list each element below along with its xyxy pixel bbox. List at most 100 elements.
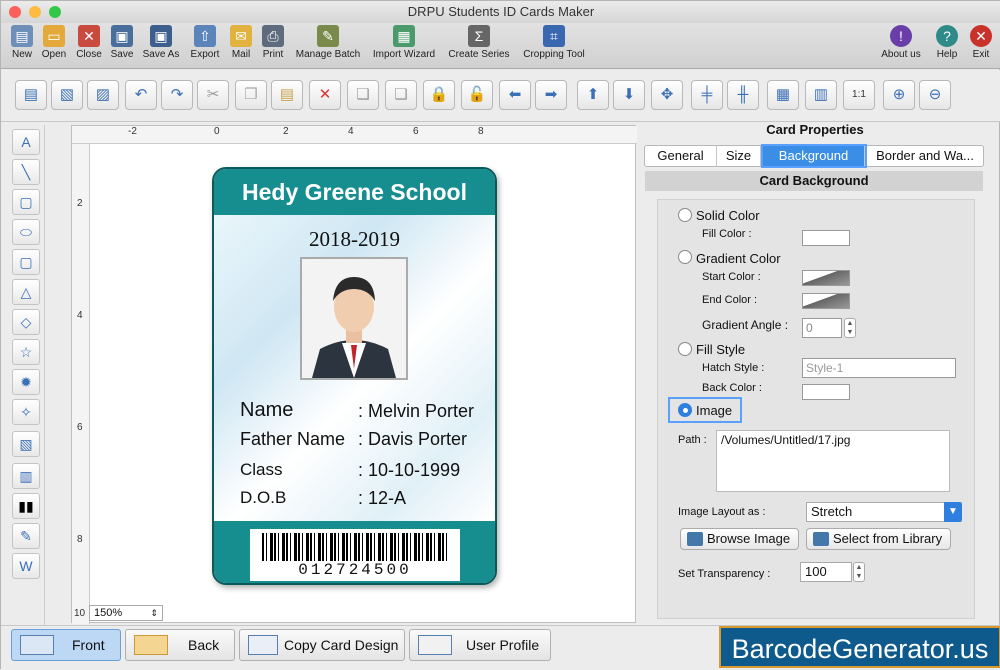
move-down-button[interactable]: ⬇ [613,80,645,110]
library-tool[interactable]: ▥ [12,463,40,489]
move-right-button[interactable]: ➡ [535,80,567,110]
zoom-select[interactable]: 150% ⇕ [89,605,163,621]
zoom-out-button[interactable]: ⊖ [919,80,951,110]
gradient-angle-stepper[interactable]: ▲ ▼ [844,318,856,338]
arrow-up-icon: ⬆ [586,86,600,103]
picture-tool[interactable]: ▧ [12,431,40,457]
field-value-name: : Melvin Porter [358,401,475,421]
move-left-button[interactable]: ⬅ [499,80,531,110]
image-path-field[interactable]: /Volumes/Untitled/17.jpg [716,430,950,492]
start-color-swatch[interactable] [802,270,850,286]
send-backward-button[interactable]: ❏ [385,80,417,110]
solid-color-radio[interactable] [678,208,692,222]
back-button[interactable]: Back [125,629,235,661]
text-tool[interactable]: A [12,129,40,155]
horizontal-ruler: -2 0 2 4 6 8 [72,126,637,144]
open-button[interactable]: ▭ Open [37,25,71,67]
end-color-swatch[interactable] [802,293,850,309]
export-button[interactable]: ⇧ Export [187,25,223,67]
id-card[interactable]: Hedy Greene School 2018-2019 Name : Melv… [212,167,497,585]
image-radio[interactable] [678,403,692,417]
align-horizontal-button[interactable]: ╪ [691,80,723,110]
image-tool[interactable]: ▧ [51,80,83,110]
zoom-value: 150% [94,607,123,619]
copy-button[interactable]: ❐ [235,80,267,110]
export-image-tool[interactable]: ▨ [87,80,119,110]
redo-button[interactable]: ↷ [161,80,193,110]
back-color-swatch[interactable] [802,384,850,400]
design-canvas[interactable]: -2 0 2 4 6 8 2 4 6 8 10 Hedy Greene Scho… [71,125,637,624]
transparency-stepper[interactable]: ▲ ▼ [853,562,865,582]
cut-button[interactable]: ✂ [197,80,229,110]
fill-style-radio[interactable] [678,342,692,356]
zoom-in-button[interactable]: ⊕ [883,80,915,110]
select-from-library-button[interactable]: Select from Library [806,528,952,550]
delete-button[interactable]: ✕ [309,80,341,110]
school-header: Hedy Greene School [214,169,495,215]
unlock-button[interactable]: 🔓 [461,80,493,110]
ellipse-tool[interactable]: ⬭ [12,219,40,245]
undo-button[interactable]: ↶ [125,80,157,110]
line-tool[interactable]: ╲ [12,159,40,185]
grid-button[interactable]: ▦ [767,80,799,110]
mail-button[interactable]: ✉ Mail [225,25,257,67]
tab-general[interactable]: General [645,146,717,166]
star-tool[interactable]: ☆ [12,339,40,365]
diamond-tool[interactable]: ◇ [12,309,40,335]
arrow-left-icon: ⬅ [508,86,522,103]
minimize-window-icon[interactable] [29,6,41,18]
actual-size-button[interactable]: 1:1 [843,80,875,110]
align-vertical-button[interactable]: ╫ [727,80,759,110]
close-window-icon[interactable] [9,6,21,18]
create-series-button[interactable]: Σ Create Series [445,25,513,67]
gradient-angle-input[interactable]: 0 [802,318,842,338]
student-photo[interactable] [300,257,408,380]
lock-button[interactable]: 🔒 [423,80,455,110]
copy-card-design-button[interactable]: Copy Card Design [239,629,405,661]
field-label-dob: D.O.B [240,488,287,507]
star-icon: ☆ [19,344,33,360]
print-button[interactable]: ⎙ Print [257,25,289,67]
properties-panel: Card Properties General Size Background … [637,122,993,623]
move-up-button[interactable]: ⬆ [577,80,609,110]
bring-forward-icon: ❏ [356,86,370,103]
save-as-button[interactable]: ▣ Save As [139,25,183,67]
user-profile-button[interactable]: User Profile [409,629,551,661]
front-button[interactable]: Front [11,629,121,661]
tab-size[interactable]: Size [717,146,761,166]
cropping-tool-button[interactable]: ⌗ Cropping Tool [517,25,591,67]
center-button[interactable]: ✥ [651,80,683,110]
hatch-style-select[interactable]: Style-1 [802,358,956,378]
zoom-window-icon[interactable] [49,6,61,18]
signature-tool[interactable]: ✎ [12,523,40,549]
tab-background[interactable]: Background [761,144,867,168]
properties-tool[interactable]: ▤ [15,80,47,110]
tab-border-and-watermark[interactable]: Border and Wa... [867,146,983,166]
barcode[interactable]: 012724500 [250,529,460,581]
browse-image-button[interactable]: Browse Image [680,528,800,550]
close-button[interactable]: ✕ Close [72,25,106,67]
help-button[interactable]: ? Help [931,25,963,67]
triangle-tool[interactable]: △ [12,279,40,305]
ruler-button[interactable]: ▥ [805,80,837,110]
cross-star-tool[interactable]: ✧ [12,399,40,425]
barcode-tool[interactable]: ▮▮ [12,493,40,519]
transparency-input[interactable]: 100 [800,562,852,582]
paste-button[interactable]: ▤ [271,80,303,110]
fill-color-swatch[interactable] [802,230,850,246]
bring-forward-button[interactable]: ❏ [347,80,379,110]
new-button[interactable]: ▤ New [5,25,39,67]
rectangle-tool[interactable]: ▢ [12,189,40,215]
image-layout-select[interactable]: Stretch ▼ [806,502,962,522]
rounded-rect-tool[interactable]: ▢ [12,249,40,275]
exit-button[interactable]: ✕ Exit [965,25,997,67]
gradient-color-radio[interactable] [678,250,692,264]
about-us-button[interactable]: ! About us [877,25,925,67]
watermark-tool[interactable]: W [12,553,40,579]
manage-batch-button[interactable]: ✎ Manage Batch [291,25,365,67]
import-wizard-button[interactable]: ▦ Import Wizard [368,25,440,67]
align-vertical-icon: ╫ [737,86,749,103]
save-button[interactable]: ▣ Save [105,25,139,67]
burst-tool[interactable]: ✹ [12,369,40,395]
rectangle-icon: ▢ [19,194,33,210]
